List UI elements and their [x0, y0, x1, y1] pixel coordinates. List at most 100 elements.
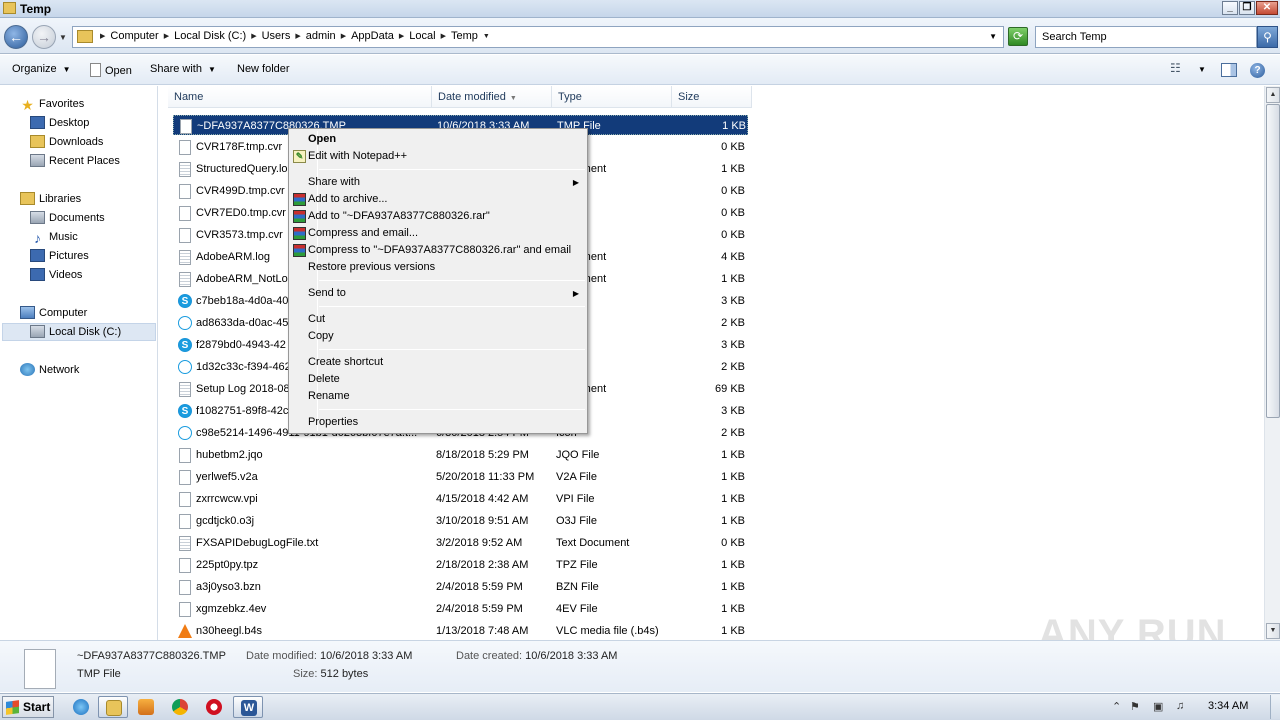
breadcrumb: ▶ Computer ▶ Local Disk (C:) ▶ Users ▶ admin ▶ Ap…: [99, 30, 491, 42]
nav-libraries[interactable]: Libraries: [20, 190, 81, 208]
column-header-name[interactable]: Name: [168, 86, 432, 108]
nav-desktop[interactable]: Desktop: [30, 114, 89, 132]
menu-item-open[interactable]: Open: [291, 131, 585, 148]
breadcrumb-separator-icon[interactable]: ▶: [163, 32, 170, 40]
libraries-icon: [20, 192, 35, 205]
nav-local-disk[interactable]: Local Disk (C:): [30, 323, 121, 341]
breadcrumb-item[interactable]: admin: [302, 30, 340, 42]
scroll-up-button[interactable]: ▲: [1266, 87, 1280, 103]
file-row[interactable]: n30heegl.b4s 1/13/2018 7:48 AM VLC media f…: [173, 621, 748, 640]
menu-item-add-to-rar[interactable]: Add to "~DFA937A8377C880326.rar": [291, 208, 585, 225]
nav-recent-places[interactable]: Recent Places: [30, 152, 120, 170]
file-name: xgmzebkz.4ev: [196, 603, 267, 615]
refresh-button[interactable]: ⟳: [1008, 27, 1028, 46]
breadcrumb-separator-icon[interactable]: ▶: [294, 32, 301, 40]
breadcrumb-item[interactable]: AppData: [347, 30, 398, 42]
file-row[interactable]: a3j0yso3.bzn 2/4/2018 5:59 PM BZN File 1 KB: [173, 577, 748, 597]
scroll-down-button[interactable]: ▼: [1266, 623, 1280, 639]
breadcrumb-item[interactable]: Users: [258, 30, 295, 42]
nav-downloads[interactable]: Downloads: [30, 133, 103, 151]
file-size: 2 KB: [721, 427, 745, 439]
address-dropdown[interactable]: ▼: [989, 32, 997, 41]
column-header-size[interactable]: Size: [672, 86, 752, 108]
close-button[interactable]: ✕: [1256, 1, 1278, 15]
breadcrumb-separator-icon[interactable]: ▶: [99, 32, 106, 40]
file-row[interactable]: FXSAPIDebugLogFile.txt 3/2/2018 9:52 AM Te…: [173, 533, 748, 553]
new-folder-button[interactable]: New folder: [237, 63, 290, 75]
start-button[interactable]: Start: [2, 696, 54, 718]
scroll-thumb[interactable]: [1266, 104, 1280, 418]
file-row[interactable]: hubetbm2.jqo 8/18/2018 5:29 PM JQO File 1 K…: [173, 445, 748, 465]
breadcrumb-item[interactable]: Temp: [447, 30, 482, 42]
address-bar[interactable]: ▶ Computer ▶ Local Disk (C:) ▶ Users ▶ admin ▶ Ap…: [72, 26, 1004, 48]
view-options-icon[interactable]: ☷: [1170, 61, 1186, 75]
view-dropdown[interactable]: ▼: [1198, 65, 1206, 74]
taskbar-media-player[interactable]: [131, 696, 161, 718]
menu-item-properties[interactable]: Properties: [291, 414, 585, 431]
column-header-date[interactable]: Date modified ▼: [432, 86, 552, 108]
computer-icon: [20, 306, 35, 319]
search-input[interactable]: Search Temp: [1035, 26, 1257, 48]
forward-button[interactable]: →: [32, 25, 56, 49]
nav-music[interactable]: ♪ Music: [30, 228, 78, 246]
breadcrumb-item[interactable]: Local Disk (C:): [170, 30, 250, 42]
menu-item-cut[interactable]: Cut: [291, 311, 585, 328]
taskbar-opera[interactable]: [199, 696, 229, 718]
file-row[interactable]: gcdtjck0.o3j 3/10/2018 9:51 AM O3J File 1 K…: [173, 511, 748, 531]
clock[interactable]: 3:34 AM: [1208, 700, 1248, 712]
file-row[interactable]: xgmzebkz.4ev 2/4/2018 5:59 PM 4EV File 1 KB: [173, 599, 748, 619]
sort-icon: ▼: [509, 95, 517, 102]
open-button[interactable]: Open: [90, 63, 132, 77]
breadcrumb-item[interactable]: Local: [405, 30, 439, 42]
menu-item-rename[interactable]: Rename: [291, 388, 585, 405]
back-button[interactable]: ←: [4, 25, 28, 49]
taskbar-chrome[interactable]: [165, 696, 195, 718]
help-icon[interactable]: ?: [1250, 63, 1265, 78]
show-desktop-button[interactable]: [1270, 695, 1280, 719]
vertical-scrollbar[interactable]: ▲ ▼: [1264, 86, 1280, 640]
nav-pictures[interactable]: Pictures: [30, 247, 89, 265]
taskbar-word[interactable]: W: [233, 696, 263, 718]
breadcrumb-dropdown-icon[interactable]: ▼: [482, 33, 491, 40]
breadcrumb-separator-icon[interactable]: ▶: [440, 32, 447, 40]
nav-network[interactable]: Network: [20, 361, 79, 379]
tray-expand-icon[interactable]: ⌃: [1112, 700, 1121, 713]
nav-videos[interactable]: Videos: [30, 266, 82, 284]
taskbar-ie[interactable]: [66, 696, 96, 718]
breadcrumb-separator-icon[interactable]: ▶: [398, 32, 405, 40]
menu-item-send-to[interactable]: Send to ▶: [291, 285, 585, 302]
organize-button[interactable]: Organize ▼: [12, 63, 71, 75]
volume-icon[interactable]: ♫: [1176, 700, 1184, 712]
menu-label: Send to: [308, 287, 346, 299]
nav-favorites[interactable]: ★ Favorites: [20, 95, 84, 113]
menu-item-compress-rar-email[interactable]: Compress to "~DFA937A8377C880326.rar" an…: [291, 242, 585, 259]
menu-item-compress-email[interactable]: Compress and email...: [291, 225, 585, 242]
file-row[interactable]: zxrrcwcw.vpi 4/15/2018 4:42 AM VPI File 1 K…: [173, 489, 748, 509]
network-tray-icon[interactable]: ▣: [1153, 700, 1163, 713]
menu-item-copy[interactable]: Copy: [291, 328, 585, 345]
menu-item-add-to-archive[interactable]: Add to archive...: [291, 191, 585, 208]
share-with-button[interactable]: Share with ▼: [150, 63, 216, 75]
taskbar-explorer[interactable]: [98, 696, 128, 718]
file-row[interactable]: 225pt0py.tpz 2/18/2018 2:38 AM TPZ File 1 K…: [173, 555, 748, 575]
breadcrumb-separator-icon[interactable]: ▶: [250, 32, 257, 40]
restore-button[interactable]: ❐: [1239, 1, 1255, 15]
preview-pane-icon[interactable]: [1221, 63, 1237, 77]
menu-item-share-with[interactable]: Share with ▶: [291, 174, 585, 191]
search-icon[interactable]: ⚲: [1257, 26, 1278, 48]
breadcrumb-separator-icon[interactable]: ▶: [340, 32, 347, 40]
menu-item-restore-previous[interactable]: Restore previous versions: [291, 259, 585, 276]
file-size: 1 KB: [721, 559, 745, 571]
breadcrumb-item[interactable]: Computer: [106, 30, 162, 42]
recent-pages-dropdown[interactable]: ▼: [59, 33, 67, 42]
column-header-type[interactable]: Type: [552, 86, 672, 108]
menu-item-delete[interactable]: Delete: [291, 371, 585, 388]
file-row[interactable]: yerlwef5.v2a 5/20/2018 11:33 PM V2A File 1 …: [173, 467, 748, 487]
action-center-flag-icon[interactable]: ⚑: [1130, 700, 1140, 713]
word-icon: W: [241, 700, 257, 716]
menu-item-edit-notepad[interactable]: ✎ Edit with Notepad++: [291, 148, 585, 165]
menu-item-create-shortcut[interactable]: Create shortcut: [291, 354, 585, 371]
nav-documents[interactable]: Documents: [30, 209, 105, 227]
nav-computer[interactable]: Computer: [20, 304, 87, 322]
minimize-button[interactable]: _: [1222, 1, 1238, 15]
